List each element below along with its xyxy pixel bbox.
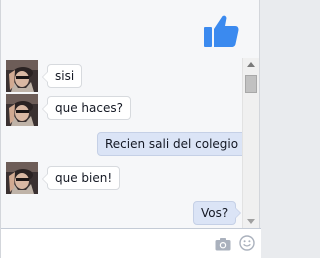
- message-bubble-outgoing: Recien sali del colegio: [97, 132, 252, 156]
- message-row: que bien!: [1, 162, 241, 194]
- message-input[interactable]: [7, 234, 207, 254]
- scroll-down-arrow-icon[interactable]: [247, 219, 255, 224]
- message-bubble-incoming: que haces?: [42, 96, 131, 120]
- scroll-up-arrow-icon[interactable]: [247, 62, 255, 67]
- avatar[interactable]: [6, 162, 38, 194]
- emoji-icon[interactable]: [239, 235, 255, 251]
- message-bubble-outgoing: Vos?: [193, 201, 242, 225]
- avatar[interactable]: [6, 94, 38, 126]
- scrollbar[interactable]: [242, 58, 259, 228]
- scrollbar-thumb[interactable]: [245, 75, 257, 93]
- thumbs-up-icon[interactable]: [203, 12, 239, 48]
- message-row: que haces?: [1, 94, 241, 126]
- chat-window: sisi que haces? Recien sali del colegio: [0, 0, 261, 258]
- avatar[interactable]: [6, 60, 38, 92]
- message-row: sisi: [1, 60, 241, 92]
- message-bubble-incoming: sisi: [41, 64, 83, 88]
- message-composer: [1, 228, 261, 258]
- camera-icon[interactable]: [215, 237, 231, 251]
- message-bubble-incoming: que bien!: [41, 166, 121, 190]
